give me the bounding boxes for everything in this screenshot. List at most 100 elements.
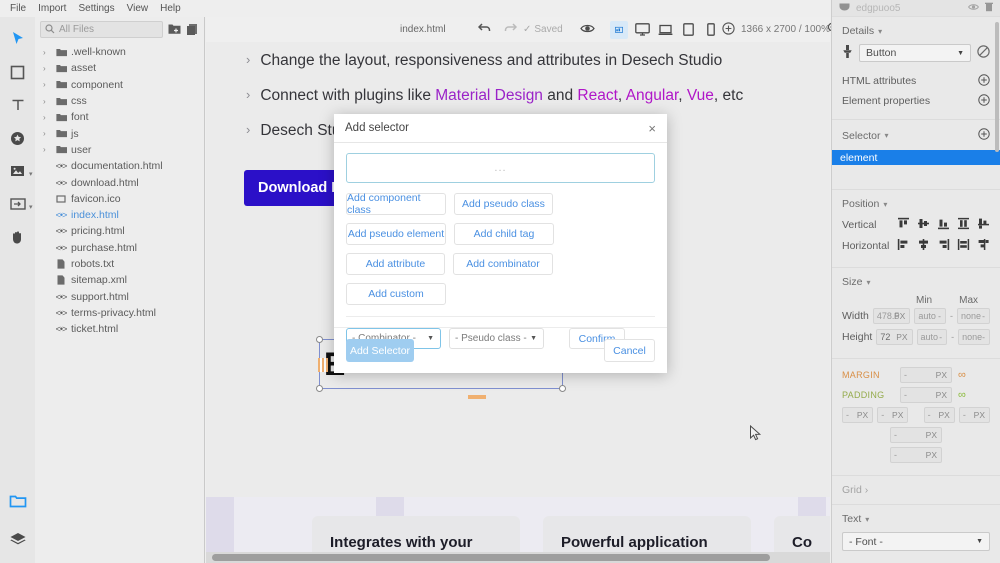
file-tree-item[interactable]: <•> terms-privacy.html: [43, 305, 204, 321]
file-tree-item[interactable]: › css: [43, 93, 204, 109]
hand-tool[interactable]: [3, 223, 33, 251]
margin-input[interactable]: - PX: [900, 367, 952, 383]
menu-help[interactable]: Help: [154, 0, 187, 17]
align-center-icon[interactable]: [917, 238, 930, 254]
undo-icon[interactable]: [477, 23, 491, 36]
details-title-row[interactable]: Details ▾: [842, 25, 990, 37]
file-tree-item[interactable]: › user: [43, 142, 204, 158]
file-tree-item[interactable]: <•> purchase.html: [43, 240, 204, 256]
file-tree-item[interactable]: › component: [43, 77, 204, 93]
spacing-left-inner-input[interactable]: - PX: [877, 407, 909, 423]
add-selector-button[interactable]: Add Selector: [346, 339, 414, 362]
width-input[interactable]: 478.5 PX: [872, 308, 911, 324]
preview-button[interactable]: [580, 23, 595, 37]
menu-file[interactable]: File: [4, 0, 32, 17]
redo-icon[interactable]: [504, 23, 518, 36]
align-left-icon[interactable]: [897, 238, 910, 254]
link-icon[interactable]: ∞: [958, 389, 966, 401]
spacing-bottom-outer-input[interactable]: - PX: [890, 447, 942, 463]
device-tablet[interactable]: [679, 21, 697, 39]
chevron-right-icon[interactable]: ›: [43, 80, 51, 89]
file-tree-item[interactable]: › asset: [43, 60, 204, 76]
add-component-class-button[interactable]: Add component class: [346, 192, 446, 216]
chevron-right-icon[interactable]: ›: [43, 64, 51, 73]
element-properties-row[interactable]: Element properties: [842, 91, 990, 111]
file-tree-item[interactable]: <•> documentation.html: [43, 158, 204, 174]
new-folder-icon[interactable]: [168, 23, 181, 36]
plus-circle-icon[interactable]: [978, 93, 990, 109]
device-desktop[interactable]: [633, 21, 651, 39]
device-responsive[interactable]: [610, 20, 628, 39]
element-tag-select[interactable]: Button ▼: [859, 44, 971, 62]
chevron-right-icon[interactable]: ›: [43, 145, 51, 154]
scrollbar-thumb[interactable]: [212, 554, 770, 561]
input-tool[interactable]: ▾: [3, 190, 33, 218]
menu-view[interactable]: View: [121, 0, 155, 17]
component-tool[interactable]: [3, 124, 33, 152]
canvas-horizontal-scrollbar[interactable]: [206, 552, 830, 563]
align-justify-icon[interactable]: [957, 238, 970, 254]
position-title-row[interactable]: Position ▾: [842, 198, 990, 210]
menu-settings[interactable]: Settings: [72, 0, 120, 17]
search-input[interactable]: All Files: [40, 20, 163, 38]
height-max-input[interactable]: none -: [958, 329, 990, 345]
new-file-icon[interactable]: [186, 23, 199, 36]
device-laptop[interactable]: [656, 21, 674, 39]
eye-icon[interactable]: [967, 3, 980, 14]
align-top-icon[interactable]: [897, 217, 910, 233]
plus-circle-icon[interactable]: [978, 128, 990, 143]
add-device-button[interactable]: [722, 21, 735, 38]
add-combinator-button[interactable]: Add combinator: [453, 253, 553, 275]
cancel-button[interactable]: Cancel: [604, 339, 655, 362]
spacing-bottom-inner-input[interactable]: - PX: [890, 427, 942, 443]
image-tool[interactable]: ▾: [3, 157, 33, 185]
width-max-input[interactable]: none -: [956, 308, 990, 324]
resize-handle-top-left[interactable]: [316, 336, 323, 343]
file-tree-item[interactable]: <•> download.html: [43, 174, 204, 190]
add-child-tag-button[interactable]: Add child tag: [454, 223, 554, 245]
plus-circle-icon[interactable]: [978, 73, 990, 89]
height-input[interactable]: 72 PX: [876, 329, 913, 345]
file-tree-item[interactable]: <•> ticket.html: [43, 321, 204, 337]
file-tree-item[interactable]: <•> index.html: [43, 207, 204, 223]
chevron-right-icon[interactable]: ›: [43, 97, 51, 106]
file-tree-item[interactable]: <•> pricing.html: [43, 223, 204, 239]
file-tree-item[interactable]: › font: [43, 109, 204, 125]
file-tree-item[interactable]: › .well-known: [43, 44, 204, 60]
grid-title-row[interactable]: Grid ›: [842, 484, 990, 496]
file-tree-item[interactable]: › js: [43, 125, 204, 141]
layers-tool[interactable]: [3, 525, 33, 553]
margin-handle[interactable]: [318, 358, 328, 372]
align-middle-icon[interactable]: [917, 217, 930, 233]
add-pseudo-element-button[interactable]: Add pseudo element: [346, 223, 446, 245]
text-title-row[interactable]: Text ▾: [842, 513, 990, 525]
selector-item-element[interactable]: element: [832, 150, 1000, 165]
file-tree-item[interactable]: favicon.ico: [43, 191, 204, 207]
height-min-input[interactable]: auto -: [916, 329, 948, 345]
align-stretch-icon[interactable]: [957, 217, 970, 233]
link-icon[interactable]: ∞: [958, 369, 966, 381]
chevron-right-icon[interactable]: ›: [43, 129, 51, 138]
resize-handle-bottom-left[interactable]: [316, 385, 323, 392]
device-mobile[interactable]: [702, 21, 720, 39]
html-attributes-row[interactable]: HTML attributes: [842, 71, 990, 91]
no-entry-icon[interactable]: [977, 45, 990, 61]
file-tree-item[interactable]: sitemap.xml: [43, 272, 204, 288]
size-title-row[interactable]: Size ▾: [842, 276, 990, 288]
spacing-left-outer-input[interactable]: - PX: [842, 407, 874, 423]
selector-input[interactable]: ...: [346, 153, 655, 183]
trash-icon[interactable]: [985, 2, 993, 15]
align-bottom-icon[interactable]: [937, 217, 950, 233]
align-right-icon[interactable]: [937, 238, 950, 254]
pointer-tool[interactable]: [3, 25, 33, 53]
file-tree-item[interactable]: robots.txt: [43, 256, 204, 272]
align-baseline-icon[interactable]: [977, 217, 990, 233]
add-attribute-button[interactable]: Add attribute: [346, 253, 445, 275]
padding-input[interactable]: - PX: [900, 387, 952, 403]
spacing-right-outer-input[interactable]: - PX: [958, 407, 990, 423]
add-custom-button[interactable]: Add custom: [346, 283, 446, 305]
resize-handle-bottom-right[interactable]: [559, 385, 566, 392]
rectangle-tool[interactable]: [3, 58, 33, 86]
folder-tool[interactable]: [3, 487, 33, 515]
chevron-right-icon[interactable]: ›: [43, 113, 51, 122]
